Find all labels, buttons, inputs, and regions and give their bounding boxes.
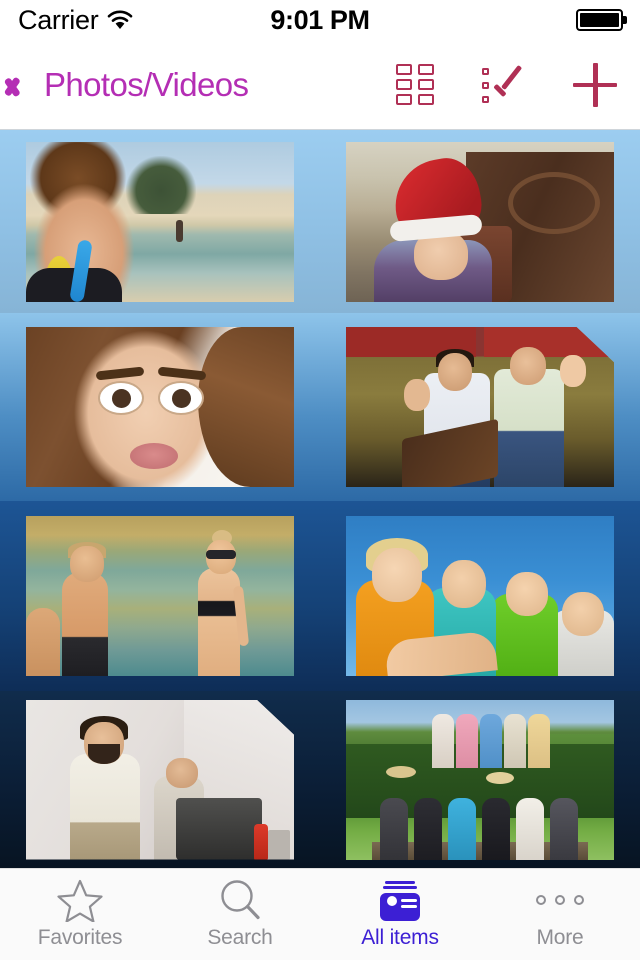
grid-icon xyxy=(396,63,434,106)
search-icon xyxy=(221,880,260,920)
tab-more[interactable]: More xyxy=(480,869,640,960)
star-icon xyxy=(57,879,103,922)
status-bar: Carrier 9:01 PM xyxy=(0,0,640,40)
battery-fill xyxy=(580,13,619,27)
photo-thumbnail-funny-face-selfie[interactable] xyxy=(26,327,294,487)
navigation-actions xyxy=(370,40,640,129)
gallery-row xyxy=(0,130,640,313)
checklist-check-icon xyxy=(482,64,528,106)
photo-thumbnail-ocean-couple[interactable] xyxy=(26,516,294,676)
chevron-left-icon xyxy=(14,68,34,102)
page-title: Photos/Videos xyxy=(44,65,249,103)
thumbnail-image xyxy=(26,141,294,302)
tab-label: All items xyxy=(361,926,439,949)
battery-icon xyxy=(576,9,623,31)
photo-thumbnail-four-kids[interactable] xyxy=(346,516,614,676)
search-icon-wrap xyxy=(218,879,262,921)
ellipsis-icon xyxy=(532,879,588,921)
photo-thumbnail-group-field[interactable] xyxy=(346,699,614,860)
thumbnail-image xyxy=(346,327,614,487)
photo-thumbnail-child-santa-hat[interactable] xyxy=(346,141,614,302)
tab-label: Favorites xyxy=(37,926,123,949)
cards-stack-icon-wrap xyxy=(376,879,424,921)
gallery-row xyxy=(0,313,640,501)
tab-bar: Favorites Search All items More xyxy=(0,868,640,960)
plus-icon xyxy=(573,62,617,107)
video-thumbnail-two-men-singing[interactable] xyxy=(346,327,614,487)
thumbnail-image xyxy=(26,699,294,860)
tab-all-items[interactable]: All items xyxy=(320,869,480,960)
ellipsis-icon-wrap xyxy=(532,879,588,921)
thumbnail-image xyxy=(346,141,614,302)
thumbnail-image xyxy=(26,327,294,487)
gallery-row xyxy=(0,691,640,868)
star-icon-wrap xyxy=(57,879,103,922)
video-thumbnail-office-men[interactable] xyxy=(26,699,294,860)
thumbnail-image xyxy=(346,699,614,860)
tab-label: Search xyxy=(207,926,273,949)
grid-view-button[interactable] xyxy=(370,40,460,130)
navigation-bar: Photos/Videos xyxy=(0,40,640,130)
gallery-row xyxy=(0,501,640,691)
photo-gallery[interactable] xyxy=(0,130,640,868)
select-items-button[interactable] xyxy=(460,40,550,130)
add-button[interactable] xyxy=(550,40,640,130)
photo-thumbnail-beach-selfie[interactable] xyxy=(26,141,294,302)
tab-search[interactable]: Search xyxy=(160,869,320,960)
back-button[interactable]: Photos/Videos xyxy=(14,65,249,104)
tab-favorites[interactable]: Favorites xyxy=(0,869,160,960)
status-time: 9:01 PM xyxy=(270,4,370,35)
tab-label: More xyxy=(536,926,584,949)
thumbnail-image xyxy=(26,516,294,676)
thumbnail-image xyxy=(346,516,614,676)
cards-stack-icon xyxy=(376,879,424,921)
